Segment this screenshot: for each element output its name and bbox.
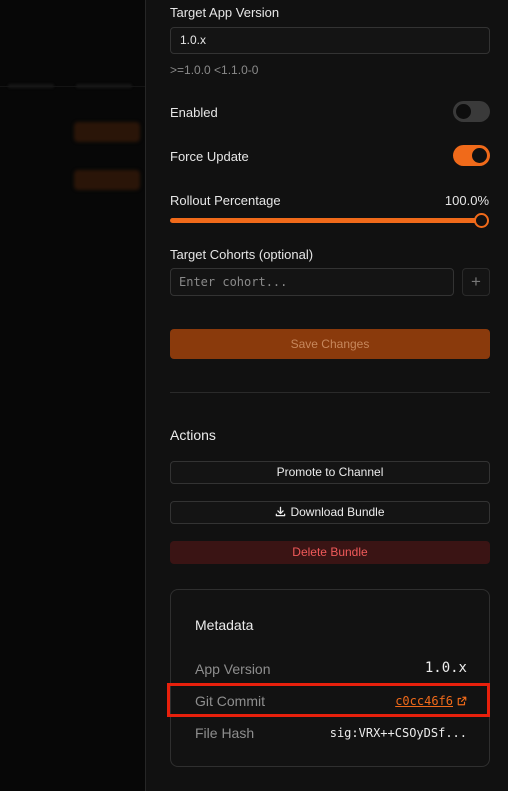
delete-bundle-label: Delete Bundle xyxy=(292,545,368,559)
file-hash-value: sig:VRX++CSOyDSf... xyxy=(329,726,467,740)
download-bundle-button[interactable]: Download Bundle xyxy=(170,501,490,524)
target-cohorts-label: Target Cohorts (optional) xyxy=(170,247,314,262)
rollout-slider-track[interactable] xyxy=(170,218,482,223)
file-hash-key: File Hash xyxy=(195,725,255,741)
promote-to-channel-label: Promote to Channel xyxy=(276,465,384,479)
metadata-row-file-hash: File Hash sig:VRX++CSOyDSf... xyxy=(171,717,491,749)
download-icon xyxy=(275,503,286,524)
actions-heading: Actions xyxy=(170,427,216,443)
app-version-value: 1.0.x xyxy=(424,660,467,676)
background-badge xyxy=(74,122,140,142)
section-divider xyxy=(170,392,490,393)
download-bundle-label: Download Bundle xyxy=(290,505,385,519)
bundle-settings-panel: Target App Version 1.0.x >=1.0.0 <1.1.0-… xyxy=(145,0,508,791)
background-page xyxy=(0,0,145,791)
rollout-percentage-value: 100.0% xyxy=(444,193,489,208)
metadata-heading: Metadata xyxy=(195,617,254,633)
background-badge xyxy=(74,170,140,190)
cohort-input[interactable] xyxy=(170,268,454,296)
force-update-label: Force Update xyxy=(170,149,249,164)
metadata-row-app-version: App Version 1.0.x xyxy=(171,653,491,685)
background-text xyxy=(76,84,132,88)
target-app-version-input[interactable]: 1.0.x xyxy=(170,27,490,54)
app-version-key: App Version xyxy=(195,661,271,677)
enabled-label: Enabled xyxy=(170,105,218,120)
add-cohort-button[interactable]: + xyxy=(462,268,490,296)
toggle-knob xyxy=(472,148,487,163)
toggle-knob xyxy=(456,104,471,119)
background-text xyxy=(8,84,54,88)
rollout-percentage-label: Rollout Percentage xyxy=(170,193,281,208)
save-changes-button[interactable]: Save Changes xyxy=(170,329,490,359)
metadata-card: Metadata App Version 1.0.x Git Commit c0… xyxy=(170,589,490,767)
delete-bundle-button[interactable]: Delete Bundle xyxy=(170,541,490,564)
force-update-toggle[interactable] xyxy=(453,145,490,166)
rollout-slider-thumb[interactable] xyxy=(474,213,489,228)
promote-to-channel-button[interactable]: Promote to Channel xyxy=(170,461,490,484)
git-commit-highlight xyxy=(167,683,490,717)
enabled-toggle[interactable] xyxy=(453,101,490,122)
target-app-version-hint: >=1.0.0 <1.1.0-0 xyxy=(170,63,259,77)
target-app-version-label: Target App Version xyxy=(170,5,280,20)
